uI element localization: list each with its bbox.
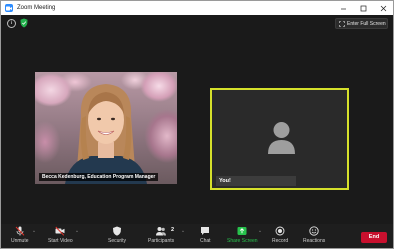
share-screen-icon bbox=[237, 227, 247, 235]
self-video-tile[interactable]: You! bbox=[210, 88, 349, 190]
reactions-button[interactable]: Reactions bbox=[303, 226, 325, 246]
participants-label: Participants bbox=[148, 238, 175, 244]
record-label: Record bbox=[272, 238, 289, 244]
chat-label: Chat bbox=[200, 238, 211, 244]
chat-bubble-icon bbox=[201, 227, 210, 235]
video-off-icon bbox=[55, 226, 65, 236]
share-screen-label: Share Screen bbox=[227, 238, 258, 244]
close-icon[interactable] bbox=[373, 1, 393, 15]
chat-button[interactable]: Chat bbox=[200, 226, 211, 246]
info-icon[interactable]: i bbox=[7, 19, 16, 28]
participant-name-label: Becca Kedenburg, Education Program Manag… bbox=[39, 173, 159, 181]
muted-microphone-icon bbox=[15, 226, 25, 236]
share-options-chevron-icon[interactable]: ^ bbox=[259, 229, 261, 234]
security-button[interactable]: Security bbox=[108, 226, 126, 246]
zoom-app-icon bbox=[5, 4, 13, 12]
participant-video-tile[interactable]: Becca Kedenburg, Education Program Manag… bbox=[35, 72, 177, 184]
participant-video-feed bbox=[65, 84, 147, 184]
unmute-label: Unmute bbox=[11, 238, 29, 244]
meeting-toolbar: Unmute ^ Start Video ^ Security Particip… bbox=[1, 224, 393, 248]
meeting-stage: i Enter Full Screen Becca Kedenburg, Edu… bbox=[1, 15, 393, 236]
title-bar: Zoom Meeting bbox=[1, 1, 393, 15]
record-button[interactable]: Record bbox=[272, 226, 288, 246]
default-avatar-icon bbox=[268, 122, 295, 154]
security-shield-icon bbox=[113, 226, 122, 236]
maximize-icon[interactable] bbox=[353, 1, 373, 15]
video-options-chevron-icon[interactable]: ^ bbox=[76, 229, 78, 234]
participants-options-chevron-icon[interactable]: ^ bbox=[182, 229, 184, 234]
fullscreen-icon bbox=[339, 20, 345, 27]
zoom-window: Zoom Meeting i Enter Full Screen Becca K… bbox=[0, 0, 394, 249]
shield-icon[interactable] bbox=[20, 18, 28, 28]
minimize-icon[interactable] bbox=[333, 1, 353, 15]
reactions-label: Reactions bbox=[303, 238, 326, 244]
start-video-button[interactable]: Start Video bbox=[48, 226, 73, 246]
share-screen-button[interactable]: Share Screen bbox=[227, 226, 258, 246]
participants-icon bbox=[156, 227, 167, 236]
self-name-label: You! bbox=[216, 176, 296, 186]
unmute-button[interactable]: Unmute bbox=[11, 226, 29, 246]
record-icon bbox=[275, 226, 285, 236]
fullscreen-label: Enter Full Screen bbox=[347, 20, 386, 27]
start-video-label: Start Video bbox=[48, 238, 73, 244]
enter-full-screen-button[interactable]: Enter Full Screen bbox=[335, 18, 388, 29]
security-label: Security bbox=[108, 238, 127, 244]
participants-count-badge: 2 bbox=[171, 227, 175, 233]
end-meeting-button[interactable]: End bbox=[361, 232, 387, 243]
audio-options-chevron-icon[interactable]: ^ bbox=[33, 229, 35, 234]
reactions-emoji-icon bbox=[309, 226, 319, 236]
window-title: Zoom Meeting bbox=[17, 5, 56, 11]
